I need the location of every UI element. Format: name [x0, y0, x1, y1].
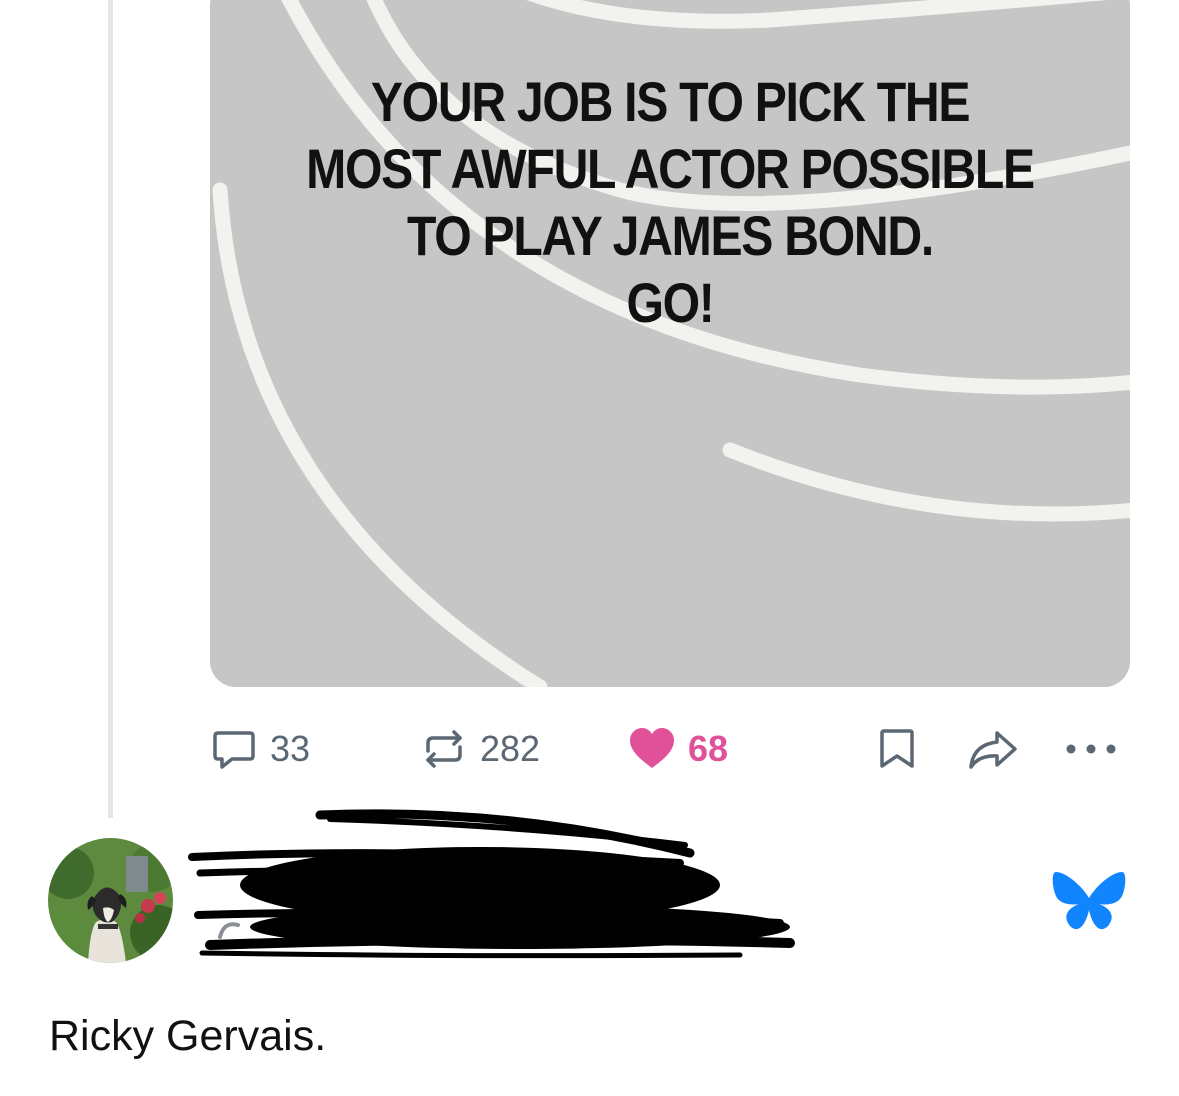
repost-button[interactable]: 282 [420, 725, 540, 773]
repost-count: 282 [480, 728, 541, 769]
reply-button[interactable]: 33 [210, 725, 310, 773]
like-button[interactable]: 68 [628, 725, 728, 773]
post-action-bar: 33 282 68 [210, 725, 1120, 773]
bookmark-button[interactable] [877, 725, 917, 773]
bookmark-icon [880, 729, 914, 768]
share-arrow-icon [969, 731, 1017, 769]
repost-arrows-icon [426, 730, 462, 768]
meme-caption: YOUR JOB IS TO PICK THE MOST AWFUL ACTOR… [274, 68, 1065, 336]
meme-line: YOUR JOB IS TO PICK THE [370, 70, 971, 133]
reply-bubble-icon [213, 731, 255, 769]
reply-post-text: Ricky Gervais. [49, 1012, 327, 1060]
reply-count: 33 [270, 728, 311, 769]
avatar[interactable] [48, 838, 173, 963]
like-count: 68 [688, 728, 729, 769]
ellipsis-icon [1066, 744, 1116, 754]
redacted-author-info [188, 809, 795, 959]
post-image[interactable]: YOUR JOB IS TO PICK THE MOST AWFUL ACTOR… [210, 0, 1130, 687]
heart-filled-icon [630, 728, 674, 768]
share-button[interactable] [967, 725, 1019, 773]
avatar-dog-photo [48, 838, 173, 963]
meme-line: GO! [626, 271, 714, 334]
thread-connector-line [108, 0, 113, 818]
meme-line: MOST AWFUL ACTOR POSSIBLE [306, 137, 1035, 200]
meme-line: TO PLAY JAMES BOND. [407, 204, 934, 267]
more-options-button[interactable] [1062, 725, 1120, 773]
bluesky-butterfly-icon[interactable] [1052, 868, 1126, 934]
